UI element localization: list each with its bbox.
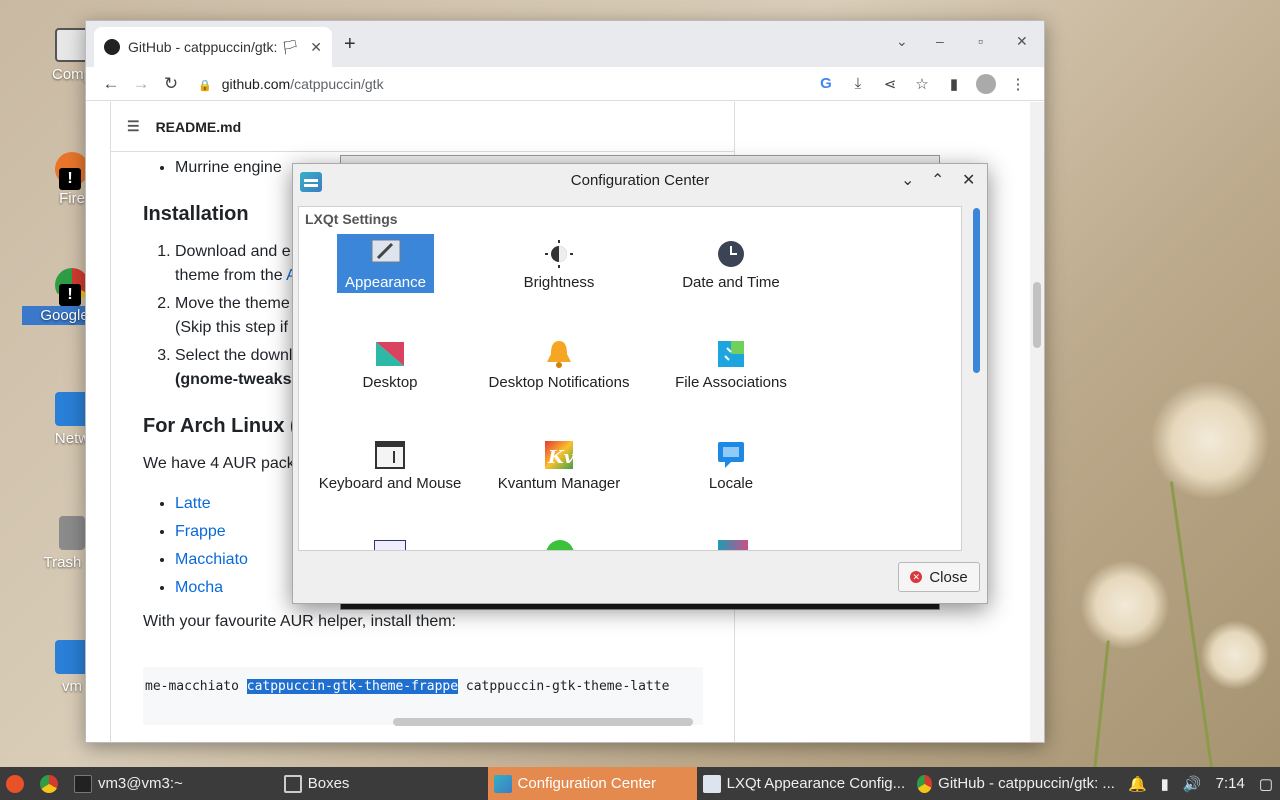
readme-title: README.md xyxy=(155,118,242,135)
start-menu-icon xyxy=(6,774,24,793)
minimize-icon[interactable]: – xyxy=(936,33,944,49)
bookmark-star-icon[interactable]: ☆ xyxy=(906,75,938,93)
dialog-vertical-scrollbar[interactable] xyxy=(971,206,983,551)
appearance-icon xyxy=(703,774,721,793)
forward-icon[interactable]: → xyxy=(126,74,156,94)
github-icon xyxy=(104,39,120,55)
browser-toolbar: ← → ↻ 🔒 github.com/catppuccin/gtk G ⤓ ⋖ ☆… xyxy=(86,67,1044,101)
task-boxes[interactable]: Boxes xyxy=(278,767,488,800)
boxes-icon xyxy=(283,774,302,793)
maximize-icon[interactable]: ⌃ xyxy=(931,170,944,190)
reload-icon[interactable]: ↻ xyxy=(156,74,186,94)
partial-settings-item-icon[interactable] xyxy=(374,540,406,550)
settings-item-date-and-time[interactable]: Date and Time xyxy=(651,238,811,291)
back-icon[interactable]: ← xyxy=(96,74,126,94)
configuration-center-dialog: Configuration Center ⌄ ⌃ ✕ LXQt Settings… xyxy=(292,163,988,604)
system-tray: 🔔 ▮ 🔊 7:14 ▢ xyxy=(1121,775,1280,793)
notification-bell-icon[interactable]: 🔔 xyxy=(1128,775,1147,793)
clock-icon xyxy=(715,238,747,270)
side-panel-icon[interactable]: ▮ xyxy=(938,75,970,93)
maximize-icon[interactable]: ▫ xyxy=(978,33,983,49)
settings-item-desktop-notifications[interactable]: Desktop Notifications xyxy=(479,338,639,391)
close-icon[interactable]: ✕ xyxy=(962,170,975,190)
tab-title: GitHub - catppuccin/gtk: 🏳 xyxy=(128,38,300,55)
desktop-icon xyxy=(374,338,406,370)
taskbar: vm3@vm3:~ Boxes Configuration Center LXQ… xyxy=(0,767,1280,800)
minimize-icon[interactable]: ⌄ xyxy=(901,170,914,190)
firefox-icon: ! xyxy=(55,152,89,190)
chrome-icon xyxy=(917,774,933,793)
settings-item-locale[interactable]: Locale xyxy=(651,439,811,492)
clock[interactable]: 7:14 xyxy=(1216,775,1245,792)
partial-settings-item-icon[interactable] xyxy=(718,540,748,550)
install-icon[interactable]: ⤓ xyxy=(842,75,874,92)
settings-grid: LXQt Settings Appearance Brightness Date… xyxy=(298,206,962,551)
settings-item-file-associations[interactable]: File Associations xyxy=(651,338,811,391)
task-terminal[interactable]: vm3@vm3:~ xyxy=(68,767,278,800)
brightness-icon xyxy=(543,238,575,270)
address-bar[interactable]: 🔒 github.com/catppuccin/gtk xyxy=(198,76,810,92)
close-button[interactable]: ✕ Close xyxy=(898,562,980,592)
window-close-icon[interactable]: ✕ xyxy=(1016,33,1028,50)
settings-item-brightness[interactable]: Brightness xyxy=(479,238,639,291)
appearance-icon xyxy=(370,238,402,270)
file-associations-icon xyxy=(715,338,747,370)
profile-avatar[interactable] xyxy=(976,73,996,94)
keyboard-icon xyxy=(374,439,406,471)
dialog-title: Configuration Center xyxy=(570,172,710,189)
link-mocha[interactable]: Mocha xyxy=(175,579,223,596)
menu-kebab-icon[interactable]: ⋮ xyxy=(1002,75,1034,93)
task-configuration-center[interactable]: Configuration Center xyxy=(487,767,698,800)
svg-text:Kv: Kv xyxy=(547,447,575,468)
tab-close-icon[interactable]: ✕ xyxy=(310,39,322,56)
settings-item-kvantum-manager[interactable]: Kv Kvantum Manager xyxy=(479,439,639,492)
start-menu-button[interactable] xyxy=(0,767,36,800)
readme-header: ☰ README.md xyxy=(111,102,734,152)
task-github-browser[interactable]: GitHub - catppuccin/gtk: ... xyxy=(911,767,1121,800)
computer-icon xyxy=(55,28,89,62)
tab-github[interactable]: GitHub - catppuccin/gtk: 🏳 ✕ xyxy=(94,27,332,67)
outline-list-icon[interactable]: ☰ xyxy=(127,118,140,135)
battery-icon[interactable]: ▮ xyxy=(1161,775,1169,793)
chrome-icon: ! xyxy=(55,268,89,306)
page-vertical-scrollbar[interactable] xyxy=(1030,102,1044,742)
show-desktop-icon[interactable]: ▢ xyxy=(1259,775,1273,793)
google-lens-icon[interactable]: G xyxy=(810,75,842,92)
kvantum-icon: Kv xyxy=(543,439,575,471)
share-icon[interactable]: ⋖ xyxy=(874,75,906,93)
bell-icon xyxy=(543,338,575,370)
link-frappe[interactable]: Frappe xyxy=(175,523,226,540)
network-folder-icon xyxy=(55,392,89,426)
volume-icon[interactable]: 🔊 xyxy=(1183,775,1202,793)
dialog-titlebar: Configuration Center ⌄ ⌃ ✕ xyxy=(293,164,987,198)
home-folder-icon xyxy=(55,640,89,674)
settings-item-desktop[interactable]: Desktop xyxy=(310,338,470,391)
helper-paragraph: With your favourite AUR helper, install … xyxy=(143,613,457,630)
code-horizontal-scrollbar[interactable] xyxy=(143,718,703,728)
configuration-center-icon xyxy=(493,774,512,793)
chrome-icon xyxy=(39,774,58,793)
link-latte[interactable]: Latte xyxy=(175,495,211,512)
section-header: LXQt Settings xyxy=(305,211,398,227)
locale-icon xyxy=(715,439,747,471)
tab-bar: GitHub - catppuccin/gtk: 🏳 ✕ + ⌄ – ▫ ✕ xyxy=(86,21,1044,67)
lock-icon: 🔒 xyxy=(198,79,212,92)
partial-settings-item-icon[interactable] xyxy=(546,540,574,550)
close-circle-icon: ✕ xyxy=(910,571,923,583)
new-tab-button[interactable]: + xyxy=(344,33,356,56)
code-block[interactable]: me-macchiato catppuccin-gtk-theme-frappe… xyxy=(143,667,703,725)
tab-search-icon[interactable]: ⌄ xyxy=(896,33,908,50)
settings-item-appearance[interactable]: Appearance xyxy=(337,234,434,293)
selected-code-text: catppuccin-gtk-theme-frappe xyxy=(246,679,459,694)
link-macchiato[interactable]: Macchiato xyxy=(175,551,248,568)
quicklaunch-chrome[interactable] xyxy=(36,767,68,800)
trash-icon xyxy=(59,516,85,550)
settings-item-keyboard-and-mouse[interactable]: Keyboard and Mouse xyxy=(310,439,470,492)
terminal-icon xyxy=(73,774,92,793)
task-appearance-config[interactable]: LXQt Appearance Config... xyxy=(697,767,911,800)
